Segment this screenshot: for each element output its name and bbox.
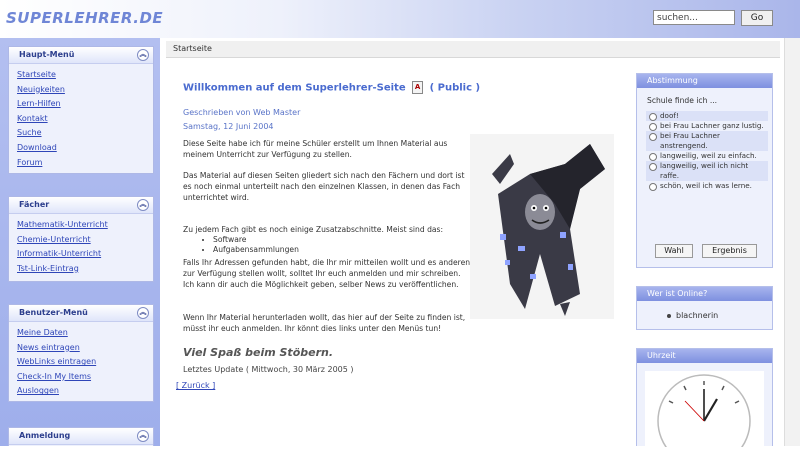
subject-link-informatik[interactable]: Informatik-Unterricht	[17, 247, 145, 262]
breadcrumb-bar: Startseite	[166, 41, 780, 58]
list-item: Software	[213, 235, 299, 245]
subject-link-chemie[interactable]: Chemie-Unterricht	[17, 233, 145, 248]
radio-icon[interactable]	[649, 123, 657, 131]
back-link[interactable]: [ Zurück ]	[176, 381, 215, 390]
user-link-news-eintragen[interactable]: News eintragen	[17, 341, 145, 356]
online-user: blachnerin	[667, 311, 718, 320]
radio-icon[interactable]	[649, 133, 657, 141]
clock-box: Uhrzeit	[636, 348, 773, 449]
bullet-icon	[667, 313, 671, 318]
poll-option-label: bei Frau Lachner ganz lustig.	[660, 121, 764, 130]
user-link-meine-daten[interactable]: Meine Daten	[17, 326, 145, 341]
login-title: Anmeldung ︽	[9, 428, 153, 445]
superhero-image	[470, 134, 614, 319]
structure-paragraph: Das Material auf diesen Seiten gliedert …	[183, 171, 465, 202]
menu-item-suche[interactable]: Suche	[17, 126, 145, 141]
subject-link-mathematik[interactable]: Mathematik-Unterricht	[17, 218, 145, 233]
page-title-suffix: ( Public )	[429, 82, 481, 94]
subject-link-tst[interactable]: Tst-Link-Eintrag	[17, 262, 145, 277]
poll-options: doof! bei Frau Lachner ganz lustig. bei …	[637, 111, 772, 191]
pdf-icon[interactable]: A	[412, 81, 424, 94]
login-title-text: Anmeldung	[19, 431, 71, 440]
clock-panel	[645, 371, 764, 449]
user-link-ausloggen[interactable]: Ausloggen	[17, 384, 145, 399]
menu-item-kontakt[interactable]: Kontakt	[17, 112, 145, 127]
menu-item-startseite[interactable]: Startseite	[17, 68, 145, 83]
poll-option[interactable]: bei Frau Lachner anstrengend.	[646, 131, 768, 151]
user-menu-title-text: Benutzer-Menü	[19, 308, 88, 317]
site-header: SUPERLEHRER.DE Go	[0, 0, 800, 38]
online-title: Wer ist Online?	[637, 287, 772, 301]
poll-box: Abstimmung Schule finde ich ... doof! be…	[636, 73, 773, 268]
main-menu-title-text: Haupt-Menü	[19, 50, 75, 59]
site-logo[interactable]: SUPERLEHRER.DE	[6, 9, 163, 27]
radio-icon[interactable]	[649, 153, 657, 161]
download-paragraph: Wenn Ihr Material herunterladen wollt, d…	[183, 313, 466, 333]
online-box: Wer ist Online? blachnerin	[636, 286, 773, 330]
intro-paragraph: Diese Seite habe ich für meine Schüler e…	[183, 139, 448, 159]
subjects-title-text: Fächer	[19, 200, 50, 209]
poll-option-label: langweilig, weil zu einfach.	[660, 151, 757, 160]
poll-option[interactable]: schön, weil ich was lerne.	[646, 181, 768, 191]
online-user-name: blachnerin	[676, 311, 719, 320]
last-update: Letztes Update ( Mittwoch, 30 März 2005 …	[183, 365, 354, 374]
radio-icon[interactable]	[649, 183, 657, 191]
author-line: Geschrieben von Web Master	[183, 108, 301, 117]
poll-option-label: schön, weil ich was lerne.	[660, 181, 752, 190]
page-title-text: Willkommen auf dem Superlehrer-Seite	[183, 82, 406, 94]
user-menu-title: Benutzer-Menü ︽	[9, 305, 153, 322]
poll-option[interactable]: langweilig, weil zu einfach.	[646, 151, 768, 161]
results-button[interactable]: Ergebnis	[702, 244, 757, 258]
main-menu-title: Haupt-Menü ︽	[9, 47, 153, 64]
user-link-check-in[interactable]: Check-In My Items	[17, 370, 145, 385]
user-link-weblinks[interactable]: WebLinks eintragen	[17, 355, 145, 370]
vote-button[interactable]: Wahl	[655, 244, 693, 258]
subjects-box: Fächer ︽ Mathematik-Unterricht Chemie-Un…	[8, 196, 154, 282]
menu-item-forum[interactable]: Forum	[17, 156, 145, 171]
poll-option-label: bei Frau Lachner anstrengend.	[660, 131, 720, 150]
search-input[interactable]	[653, 10, 735, 25]
radio-icon[interactable]	[649, 163, 657, 171]
menu-item-lern-hilfen[interactable]: Lern-Hilfen	[17, 97, 145, 112]
collapse-icon[interactable]: ︽	[137, 49, 149, 61]
addresses-paragraph: Falls Ihr Adressen gefunden habt, die Ih…	[183, 258, 471, 289]
date-line: Samstag, 12 Juni 2004	[183, 122, 274, 131]
menu-item-neuigkeiten[interactable]: Neuigkeiten	[17, 83, 145, 98]
collapse-icon[interactable]: ︽	[137, 307, 149, 319]
collapse-icon[interactable]: ︽	[137, 430, 149, 442]
login-box: Anmeldung ︽	[8, 427, 154, 446]
clock-title: Uhrzeit	[637, 349, 772, 363]
page-title: Willkommen auf dem Superlehrer-Seite A (…	[183, 81, 480, 94]
extras-paragraph: Zu jedem Fach gibt es noch einige Zusatz…	[183, 225, 444, 234]
extras-list: Software Aufgabensammlungen	[203, 235, 299, 255]
poll-question: Schule finde ich ...	[647, 96, 718, 105]
user-menu-box: Benutzer-Menü ︽ Meine Daten News eintrag…	[8, 304, 154, 402]
poll-option[interactable]: doof!	[646, 111, 768, 121]
search-go-button[interactable]: Go	[741, 10, 773, 26]
collapse-icon[interactable]: ︽	[137, 199, 149, 211]
poll-option-label: langweilig, weil ich nicht raffe.	[660, 161, 749, 180]
main-menu-box: Haupt-Menü ︽ Startseite Neuigkeiten Lern…	[8, 46, 154, 174]
superhero-illustration	[492, 144, 605, 316]
vertical-scrollbar[interactable]	[784, 38, 800, 446]
poll-option[interactable]: bei Frau Lachner ganz lustig.	[646, 121, 768, 131]
left-sidebar: Haupt-Menü ︽ Startseite Neuigkeiten Lern…	[0, 38, 160, 446]
menu-item-download[interactable]: Download	[17, 141, 145, 156]
list-item: Aufgabensammlungen	[213, 245, 299, 255]
poll-title: Abstimmung	[637, 74, 772, 88]
poll-option-label: doof!	[660, 111, 679, 120]
slogan: Viel Spaß beim Stöbern.	[183, 346, 334, 359]
breadcrumb: Startseite	[173, 44, 212, 53]
subjects-title: Fächer ︽	[9, 197, 153, 214]
poll-option[interactable]: langweilig, weil ich nicht raffe.	[646, 161, 768, 181]
radio-icon[interactable]	[649, 113, 657, 121]
clock-icon	[657, 374, 751, 449]
